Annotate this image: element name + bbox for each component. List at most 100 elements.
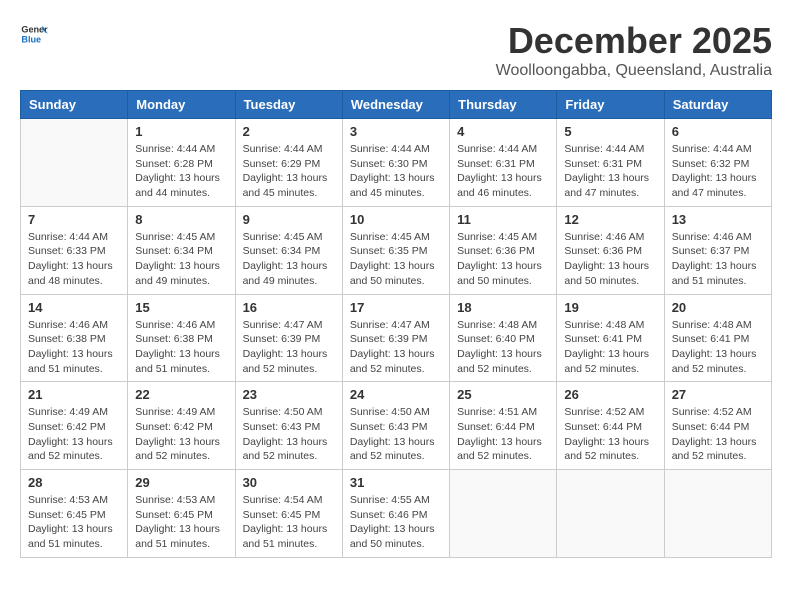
calendar-cell: 30Sunrise: 4:54 AM Sunset: 6:45 PM Dayli… [235,470,342,558]
day-number: 19 [564,300,656,315]
calendar-cell: 16Sunrise: 4:47 AM Sunset: 6:39 PM Dayli… [235,294,342,382]
calendar-cell: 8 Sunrise: 4:45 AM Sunset: 6:34 PM Daylig… [128,206,235,294]
calendar-cell: 7 Sunrise: 4:44 AM Sunset: 6:33 PM Daylig… [21,206,128,294]
cell-content: Sunrise: 4:48 AM Sunset: 6:40 PM Dayligh… [457,318,549,377]
day-number: 23 [243,387,335,402]
cell-content: Sunrise: 4:45 AM Sunset: 6:35 PM Dayligh… [350,230,442,289]
cell-content: Sunrise: 4:45 AM Sunset: 6:34 PM Dayligh… [135,230,227,289]
day-number: 10 [350,212,442,227]
day-number: 27 [672,387,764,402]
cell-content: Sunrise: 4:46 AM Sunset: 6:38 PM Dayligh… [28,318,120,377]
day-number: 18 [457,300,549,315]
calendar-cell: 31Sunrise: 4:55 AM Sunset: 6:46 PM Dayli… [342,470,449,558]
cell-content: Sunrise: 4:50 AM Sunset: 6:43 PM Dayligh… [350,405,442,464]
day-number: 1 [135,124,227,139]
day-number: 5 [564,124,656,139]
calendar-cell: 12Sunrise: 4:46 AM Sunset: 6:36 PM Dayli… [557,206,664,294]
header: General Blue December 2025 Woolloongabba… [20,20,772,80]
cell-content: Sunrise: 4:44 AM Sunset: 6:29 PM Dayligh… [243,142,335,201]
day-number: 29 [135,475,227,490]
calendar-week-row: 7 Sunrise: 4:44 AM Sunset: 6:33 PM Daylig… [21,206,772,294]
day-number: 20 [672,300,764,315]
calendar-cell: 15 Sunrise: 4:46 AM Sunset: 6:38 PM Dayli… [128,294,235,382]
day-number: 4 [457,124,549,139]
cell-content: Sunrise: 4:49 AM Sunset: 6:42 PM Dayligh… [28,405,120,464]
calendar-cell: 22 Sunrise: 4:49 AM Sunset: 6:42 PM Dayli… [128,382,235,470]
calendar-cell [664,470,771,558]
cell-content: Sunrise: 4:52 AM Sunset: 6:44 PM Dayligh… [672,405,764,464]
day-number: 13 [672,212,764,227]
cell-content: Sunrise: 4:44 AM Sunset: 6:28 PM Dayligh… [135,142,227,201]
day-number: 26 [564,387,656,402]
calendar-cell: 10 Sunrise: 4:45 AM Sunset: 6:35 PM Dayli… [342,206,449,294]
calendar-week-row: 21 Sunrise: 4:49 AM Sunset: 6:42 PM Dayli… [21,382,772,470]
calendar-cell: 19 Sunrise: 4:48 AM Sunset: 6:41 PM Dayli… [557,294,664,382]
calendar-week-row: 1 Sunrise: 4:44 AM Sunset: 6:28 PM Daylig… [21,119,772,207]
calendar-cell: 2 Sunrise: 4:44 AM Sunset: 6:29 PM Daylig… [235,119,342,207]
day-number: 6 [672,124,764,139]
day-number: 2 [243,124,335,139]
cell-content: Sunrise: 4:44 AM Sunset: 6:31 PM Dayligh… [457,142,549,201]
calendar-cell [557,470,664,558]
cell-content: Sunrise: 4:48 AM Sunset: 6:41 PM Dayligh… [564,318,656,377]
day-header-wednesday: Wednesday [342,91,449,119]
cell-content: Sunrise: 4:48 AM Sunset: 6:41 PM Dayligh… [672,318,764,377]
location-title: Woolloongabba, Queensland, Australia [496,62,772,80]
cell-content: Sunrise: 4:54 AM Sunset: 6:45 PM Dayligh… [243,493,335,552]
title-area: December 2025 Woolloongabba, Queensland,… [496,20,772,80]
calendar-cell [21,119,128,207]
day-header-thursday: Thursday [450,91,557,119]
calendar-cell: 28Sunrise: 4:53 AM Sunset: 6:45 PM Dayli… [21,470,128,558]
day-number: 24 [350,387,442,402]
calendar-cell: 20 Sunrise: 4:48 AM Sunset: 6:41 PM Dayli… [664,294,771,382]
calendar-cell: 14 Sunrise: 4:46 AM Sunset: 6:38 PM Dayli… [21,294,128,382]
day-header-friday: Friday [557,91,664,119]
day-header-sunday: Sunday [21,91,128,119]
cell-content: Sunrise: 4:50 AM Sunset: 6:43 PM Dayligh… [243,405,335,464]
cell-content: Sunrise: 4:45 AM Sunset: 6:34 PM Dayligh… [243,230,335,289]
cell-content: Sunrise: 4:44 AM Sunset: 6:33 PM Dayligh… [28,230,120,289]
calendar-header-row: SundayMondayTuesdayWednesdayThursdayFrid… [21,91,772,119]
day-number: 15 [135,300,227,315]
day-number: 21 [28,387,120,402]
calendar-cell: 24 Sunrise: 4:50 AM Sunset: 6:43 PM Dayli… [342,382,449,470]
svg-text:Blue: Blue [21,34,41,44]
day-number: 14 [28,300,120,315]
day-number: 11 [457,212,549,227]
calendar-week-row: 14 Sunrise: 4:46 AM Sunset: 6:38 PM Dayli… [21,294,772,382]
calendar-cell: 13Sunrise: 4:46 AM Sunset: 6:37 PM Dayli… [664,206,771,294]
day-number: 9 [243,212,335,227]
cell-content: Sunrise: 4:47 AM Sunset: 6:39 PM Dayligh… [350,318,442,377]
cell-content: Sunrise: 4:51 AM Sunset: 6:44 PM Dayligh… [457,405,549,464]
logo-icon: General Blue [20,20,48,48]
cell-content: Sunrise: 4:52 AM Sunset: 6:44 PM Dayligh… [564,405,656,464]
calendar-cell: 23 Sunrise: 4:50 AM Sunset: 6:43 PM Dayli… [235,382,342,470]
calendar-cell: 3Sunrise: 4:44 AM Sunset: 6:30 PM Daylig… [342,119,449,207]
day-number: 12 [564,212,656,227]
day-number: 8 [135,212,227,227]
calendar-cell: 4 Sunrise: 4:44 AM Sunset: 6:31 PM Daylig… [450,119,557,207]
calendar-cell: 27 Sunrise: 4:52 AM Sunset: 6:44 PM Dayli… [664,382,771,470]
logo: General Blue [20,20,48,48]
calendar-cell: 26 Sunrise: 4:52 AM Sunset: 6:44 PM Dayli… [557,382,664,470]
cell-content: Sunrise: 4:47 AM Sunset: 6:39 PM Dayligh… [243,318,335,377]
day-header-tuesday: Tuesday [235,91,342,119]
calendar-cell: 17Sunrise: 4:47 AM Sunset: 6:39 PM Dayli… [342,294,449,382]
calendar-cell: 11Sunrise: 4:45 AM Sunset: 6:36 PM Dayli… [450,206,557,294]
calendar-cell: 9 Sunrise: 4:45 AM Sunset: 6:34 PM Daylig… [235,206,342,294]
day-number: 22 [135,387,227,402]
calendar-cell: 21 Sunrise: 4:49 AM Sunset: 6:42 PM Dayli… [21,382,128,470]
calendar-cell: 5 Sunrise: 4:44 AM Sunset: 6:31 PM Daylig… [557,119,664,207]
calendar-cell [450,470,557,558]
cell-content: Sunrise: 4:46 AM Sunset: 6:38 PM Dayligh… [135,318,227,377]
day-number: 25 [457,387,549,402]
day-number: 3 [350,124,442,139]
calendar-cell: 25 Sunrise: 4:51 AM Sunset: 6:44 PM Dayli… [450,382,557,470]
calendar-cell: 1 Sunrise: 4:44 AM Sunset: 6:28 PM Daylig… [128,119,235,207]
cell-content: Sunrise: 4:44 AM Sunset: 6:31 PM Dayligh… [564,142,656,201]
cell-content: Sunrise: 4:49 AM Sunset: 6:42 PM Dayligh… [135,405,227,464]
calendar-cell: 6 Sunrise: 4:44 AM Sunset: 6:32 PM Daylig… [664,119,771,207]
day-number: 7 [28,212,120,227]
calendar-week-row: 28Sunrise: 4:53 AM Sunset: 6:45 PM Dayli… [21,470,772,558]
cell-content: Sunrise: 4:44 AM Sunset: 6:32 PM Dayligh… [672,142,764,201]
